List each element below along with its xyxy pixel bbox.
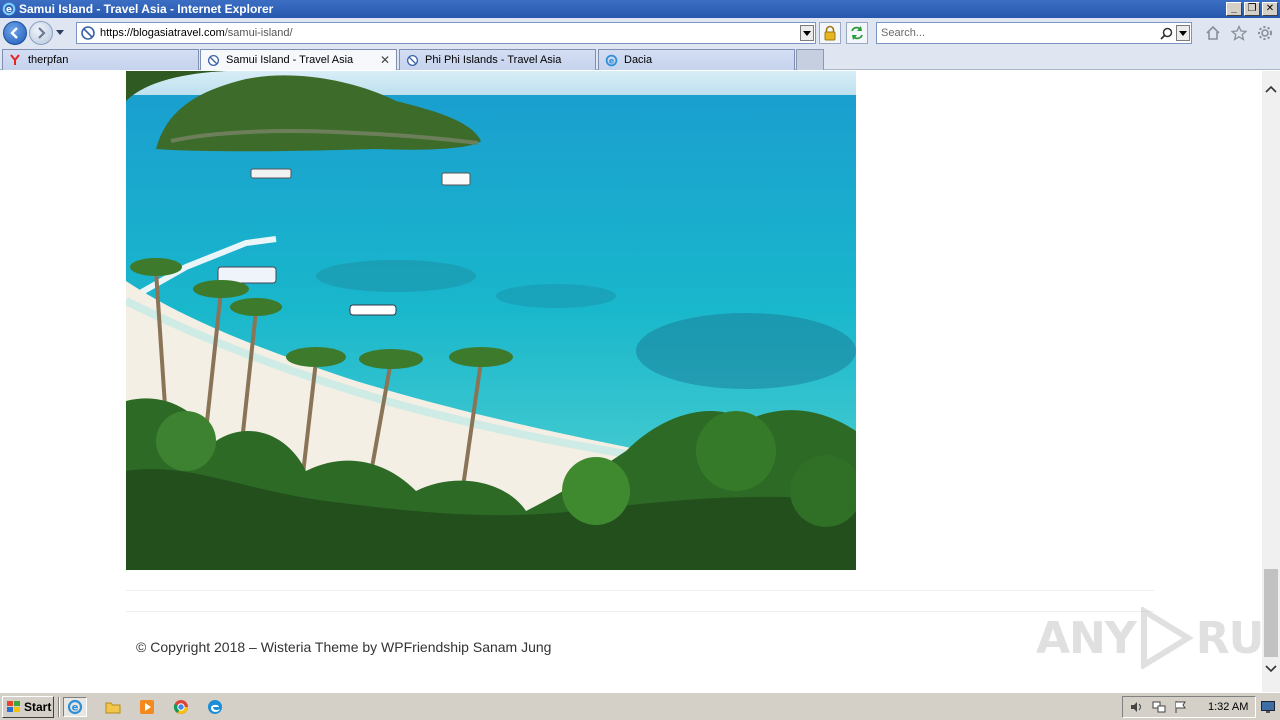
title-bar: e Samui Island - Travel Asia - Internet … xyxy=(0,0,1280,18)
scroll-down-arrow-icon[interactable] xyxy=(1265,663,1277,675)
windows-logo-icon xyxy=(7,701,20,712)
forward-button[interactable] xyxy=(29,21,53,45)
lock-icon xyxy=(824,25,836,41)
footer-copyright: © Copyright 2018 – Wisteria Theme by WPF… xyxy=(136,639,552,655)
watermark-right-text: RUN xyxy=(1195,612,1262,664)
blocked-page-icon xyxy=(206,53,220,67)
back-button[interactable] xyxy=(3,21,27,45)
start-button[interactable]: Start xyxy=(2,696,54,718)
scroll-up-arrow-icon[interactable] xyxy=(1265,83,1277,95)
refresh-button[interactable] xyxy=(846,22,868,44)
search-provider-dropdown[interactable] xyxy=(1176,25,1190,41)
watermark-left-text: ANY xyxy=(1036,612,1137,664)
taskbar-folder-icon[interactable] xyxy=(101,697,125,717)
security-lock-button[interactable] xyxy=(819,22,841,44)
close-button[interactable]: ✕ xyxy=(1262,2,1278,16)
taskbar-clock: 1:32 AM xyxy=(1208,701,1249,713)
url-path: /samui-island/ xyxy=(224,27,293,39)
chevron-down-icon xyxy=(803,30,811,36)
tab-label: Phi Phi Islands - Travel Asia xyxy=(425,54,562,66)
taskbar-separator xyxy=(58,697,60,717)
recent-pages-dropdown[interactable] xyxy=(54,23,66,43)
address-dropdown[interactable] xyxy=(800,25,814,41)
tab-dacia[interactable]: e Dacia xyxy=(598,49,795,70)
taskbar-media-player-icon[interactable] xyxy=(135,697,159,717)
taskbar: Start e 1:32 AM xyxy=(0,692,1280,720)
chevron-down-icon xyxy=(56,30,64,35)
svg-text:e: e xyxy=(608,55,614,65)
search-icon[interactable] xyxy=(1158,25,1174,41)
tab-label: Samui Island - Travel Asia xyxy=(226,54,354,66)
action-center-flag-icon[interactable] xyxy=(1173,699,1189,715)
play-icon xyxy=(1140,607,1194,669)
refresh-icon xyxy=(851,26,863,40)
window-title: Samui Island - Travel Asia - Internet Ex… xyxy=(19,2,274,16)
url-host: https://blogasiatravel.com xyxy=(100,27,225,39)
taskbar-edge-icon[interactable] xyxy=(203,697,227,717)
show-desktop-icon[interactable] xyxy=(1260,699,1276,715)
arrow-right-icon xyxy=(38,27,46,39)
divider xyxy=(126,590,1154,591)
tab-phi-phi-islands[interactable]: Phi Phi Islands - Travel Asia xyxy=(399,49,596,70)
taskbar-ie-icon[interactable]: e xyxy=(63,697,87,717)
ie-icon: e xyxy=(604,53,618,67)
chevron-down-icon xyxy=(1179,30,1187,36)
blocked-page-icon xyxy=(81,26,95,40)
url-text: https://blogasiatravel.com/samui-island/ xyxy=(100,27,293,39)
new-tab-button[interactable] xyxy=(796,49,824,70)
tab-samui-island[interactable]: Samui Island - Travel Asia ✕ xyxy=(200,49,397,70)
tab-label: Dacia xyxy=(624,54,653,66)
minimize-button[interactable]: _ xyxy=(1226,2,1242,16)
ie-icon: e xyxy=(2,2,16,16)
gear-icon[interactable] xyxy=(1256,24,1274,42)
address-bar[interactable]: https://blogasiatravel.com/samui-island/ xyxy=(76,22,816,44)
favorites-star-icon[interactable] xyxy=(1230,24,1248,42)
home-icon[interactable] xyxy=(1204,24,1222,42)
svg-text:e: e xyxy=(6,5,12,15)
anyrun-watermark: ANY RUN xyxy=(1036,607,1262,669)
tab-label: therpfan xyxy=(28,54,69,66)
volume-icon[interactable] xyxy=(1129,699,1145,715)
restore-button[interactable]: ❐ xyxy=(1244,2,1260,16)
divider xyxy=(126,611,1154,612)
network-icon[interactable] xyxy=(1151,699,1167,715)
blocked-page-icon xyxy=(405,53,419,67)
scrollbar-thumb[interactable] xyxy=(1264,569,1278,657)
close-tab-icon[interactable]: ✕ xyxy=(378,53,392,67)
yandex-icon xyxy=(8,53,22,67)
start-label: Start xyxy=(24,700,52,714)
tab-bar: therpfan Samui Island - Travel Asia ✕ Ph… xyxy=(0,48,1280,70)
search-input[interactable] xyxy=(877,24,1158,42)
tab-therpfan[interactable]: therpfan xyxy=(2,49,199,70)
screen: e Samui Island - Travel Asia - Internet … xyxy=(0,0,1280,720)
arrow-left-icon xyxy=(10,27,18,39)
taskbar-chrome-icon[interactable] xyxy=(169,697,193,717)
vertical-scrollbar[interactable] xyxy=(1262,71,1280,692)
page-content: © Copyright 2018 – Wisteria Theme by WPF… xyxy=(0,71,1262,692)
search-box xyxy=(876,22,1192,44)
svg-text:e: e xyxy=(72,703,79,714)
navigation-bar: https://blogasiatravel.com/samui-island/ xyxy=(0,18,1280,48)
samui-island-photo xyxy=(126,71,856,570)
